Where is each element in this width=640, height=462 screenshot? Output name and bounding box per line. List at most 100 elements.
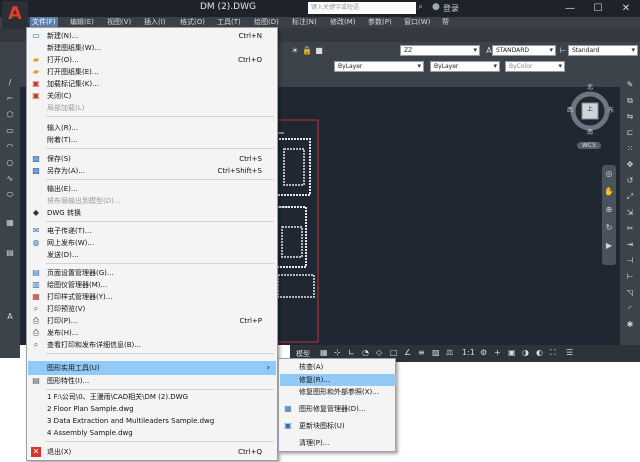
menu-parameters[interactable]: 参数(P): [366, 17, 394, 28]
lineweight-combo[interactable]: ByLayer: [430, 61, 500, 72]
submenu-item-purge[interactable]: 清理(P)...: [280, 437, 396, 449]
menu-modify[interactable]: 修改(M): [328, 17, 358, 28]
text-tool-icon[interactable]: A: [4, 312, 16, 322]
submenu-item-recover[interactable]: 修复(R)...: [280, 374, 396, 386]
line-tool-icon[interactable]: /: [4, 78, 16, 88]
workspace-icon[interactable]: ⚙: [480, 348, 487, 357]
linetype-combo[interactable]: ByLayer: [334, 61, 424, 72]
submenu-item-recover-xrefs[interactable]: 修复图形和外部参照(X)...: [280, 386, 396, 398]
zoom-icon[interactable]: ⊕: [603, 205, 615, 215]
menu-item-publish[interactable]: ⎙ 发布(H)...: [28, 327, 276, 339]
osnap-icon[interactable]: □: [390, 348, 398, 357]
layer-state-icon[interactable]: ☀: [290, 46, 300, 56]
clean-screen-icon[interactable]: ⛶: [550, 348, 556, 358]
isolate-icon[interactable]: ◐: [536, 348, 543, 357]
menu-item-exit[interactable]: ✕ 退出(X) Ctrl+Q: [28, 446, 276, 458]
layer-lock-icon[interactable]: 🔒: [302, 46, 312, 56]
layer-combo[interactable]: ZZ: [400, 45, 480, 56]
viewcube-top[interactable]: 上: [587, 104, 593, 113]
app-logo-icon[interactable]: A: [2, 1, 28, 29]
extend-tool-icon[interactable]: ⇥: [624, 240, 636, 250]
menu-item-export[interactable]: 输出(E)...: [28, 183, 276, 195]
spline-tool-icon[interactable]: ∿: [4, 174, 16, 184]
menu-item-new-sheetset[interactable]: 新建图纸集(W)...: [28, 42, 276, 54]
orbit-icon[interactable]: ↻: [603, 223, 615, 233]
transparency-icon[interactable]: ▨: [432, 348, 440, 357]
menu-item-drawing-utilities[interactable]: 图形实用工具(U) ›: [28, 361, 276, 375]
menu-item-save-as[interactable]: ▩ 另存为(A)... Ctrl+Shift+S: [28, 165, 276, 177]
rotate-tool-icon[interactable]: ↺: [624, 176, 636, 186]
menu-item-drawing-properties[interactable]: ▤ 图形特性(I)...: [28, 375, 276, 387]
menu-item-dwg-convert[interactable]: ◆ DWG 转换: [28, 207, 276, 219]
stretch-tool-icon[interactable]: ⇲: [624, 208, 636, 218]
circle-tool-icon[interactable]: ○: [4, 158, 16, 168]
isodraft-icon[interactable]: ◇: [376, 348, 382, 357]
ortho-icon[interactable]: ∟: [348, 348, 355, 357]
lineweight-icon[interactable]: ≡: [418, 348, 425, 357]
menu-item-plot-details[interactable]: ⌕ 查看打印和发布详细信息(B)...: [28, 339, 276, 351]
array-tool-icon[interactable]: ⁙: [624, 144, 636, 154]
menu-item-send[interactable]: 发送(D)...: [28, 249, 276, 261]
showmotion-icon[interactable]: ▶: [603, 241, 615, 251]
arc-tool-icon[interactable]: ◠: [4, 142, 16, 152]
hatch-tool-icon[interactable]: ▦: [4, 218, 16, 228]
trim-tool-icon[interactable]: ✂: [624, 224, 636, 234]
join-tool-icon[interactable]: ⊢: [624, 272, 636, 282]
recent-file-3[interactable]: 3 Data Extraction and Multileaders Sampl…: [28, 415, 276, 427]
steering-wheel-icon[interactable]: ◎: [603, 169, 615, 179]
units-icon[interactable]: +: [494, 348, 501, 357]
menu-item-save[interactable]: ▩ 保存(S) Ctrl+S: [28, 153, 276, 165]
menu-item-attach[interactable]: 附着(T)...: [28, 134, 276, 146]
maximize-button[interactable]: ☐: [584, 0, 612, 17]
textstyle-combo[interactable]: STANDARD: [492, 45, 556, 56]
recent-file-1[interactable]: 1 F:\公司\0、王漫雨\CAD相关\DM (2).DWG: [28, 391, 276, 403]
menu-item-import[interactable]: 输入(R)...: [28, 122, 276, 134]
submenu-item-audit[interactable]: 核查(A): [280, 361, 396, 373]
recent-file-2[interactable]: 2 Floor Plan Sample.dwg: [28, 403, 276, 415]
menu-item-close[interactable]: ▣ 关闭(C): [28, 90, 276, 102]
hardware-accel-icon[interactable]: ◑: [522, 348, 529, 357]
login-link[interactable]: 登录: [443, 3, 459, 14]
viewcube-east[interactable]: 东: [608, 105, 614, 114]
rectangle-tool-icon[interactable]: ▭: [4, 126, 16, 136]
menu-item-open-sheetset[interactable]: ▰ 打开图纸集(E)...: [28, 66, 276, 78]
close-window-button[interactable]: ✕: [612, 0, 640, 17]
minimize-button[interactable]: —: [556, 0, 584, 17]
offset-tool-icon[interactable]: ⊏: [624, 128, 636, 138]
menu-item-plotter-manager[interactable]: ▥ 绘图仪管理器(M)...: [28, 279, 276, 291]
fillet-tool-icon[interactable]: ◜: [624, 304, 636, 314]
snap-icon[interactable]: ⊹: [334, 348, 341, 357]
menu-item-new[interactable]: ▭ 新建(N)... Ctrl+N: [28, 30, 276, 42]
wcs-button[interactable]: WCS: [577, 142, 601, 149]
ellipse-tool-icon[interactable]: ⬭: [4, 190, 16, 200]
search-icon[interactable]: ⌕: [418, 2, 423, 12]
submenu-item-recovery-manager[interactable]: ▦ 图形修复管理器(D)...: [280, 403, 396, 415]
erase-tool-icon[interactable]: ✎: [624, 80, 636, 90]
menu-item-plot[interactable]: ⎙ 打印(P)... Ctrl+P: [28, 315, 276, 327]
pan-icon[interactable]: ✋: [603, 187, 615, 197]
polygon-tool-icon[interactable]: ⬠: [4, 110, 16, 120]
menu-item-plot-preview[interactable]: ⌕ 打印预览(V): [28, 303, 276, 315]
menu-item-publish-web[interactable]: ◍ 网上发布(W)...: [28, 237, 276, 249]
polyline-tool-icon[interactable]: ⌐: [4, 94, 16, 104]
scale-readout[interactable]: 1:1: [462, 348, 475, 357]
scale-tool-icon[interactable]: ⤢: [624, 192, 636, 202]
menu-item-page-setup[interactable]: ▤ 页面设置管理器(G)...: [28, 267, 276, 279]
menu-window[interactable]: 窗口(W): [402, 17, 432, 28]
viewcube-south[interactable]: 南: [587, 127, 593, 136]
recent-file-4[interactable]: 4 Assembly Sample.dwg: [28, 427, 276, 439]
grid-icon[interactable]: ▦: [320, 348, 328, 357]
submenu-item-update-block-icons[interactable]: ▣ 更新块图标(U): [280, 420, 396, 432]
customization-icon[interactable]: ☰: [566, 348, 573, 357]
otrack-icon[interactable]: ∠: [404, 348, 411, 357]
copy-tool-icon[interactable]: ⧉: [624, 96, 636, 106]
explode-tool-icon[interactable]: ✱: [624, 320, 636, 330]
menu-item-load-markup[interactable]: ▣ 加载标记集(K)...: [28, 78, 276, 90]
dim-style-icon[interactable]: ⊢: [558, 46, 568, 56]
color-combo[interactable]: ByColor: [505, 61, 565, 72]
layer-color-icon[interactable]: ■: [314, 46, 324, 56]
viewcube-north[interactable]: 北: [587, 82, 593, 91]
move-tool-icon[interactable]: ✥: [624, 160, 636, 170]
chamfer-tool-icon[interactable]: ◹: [624, 288, 636, 298]
mirror-tool-icon[interactable]: ⇋: [624, 112, 636, 122]
